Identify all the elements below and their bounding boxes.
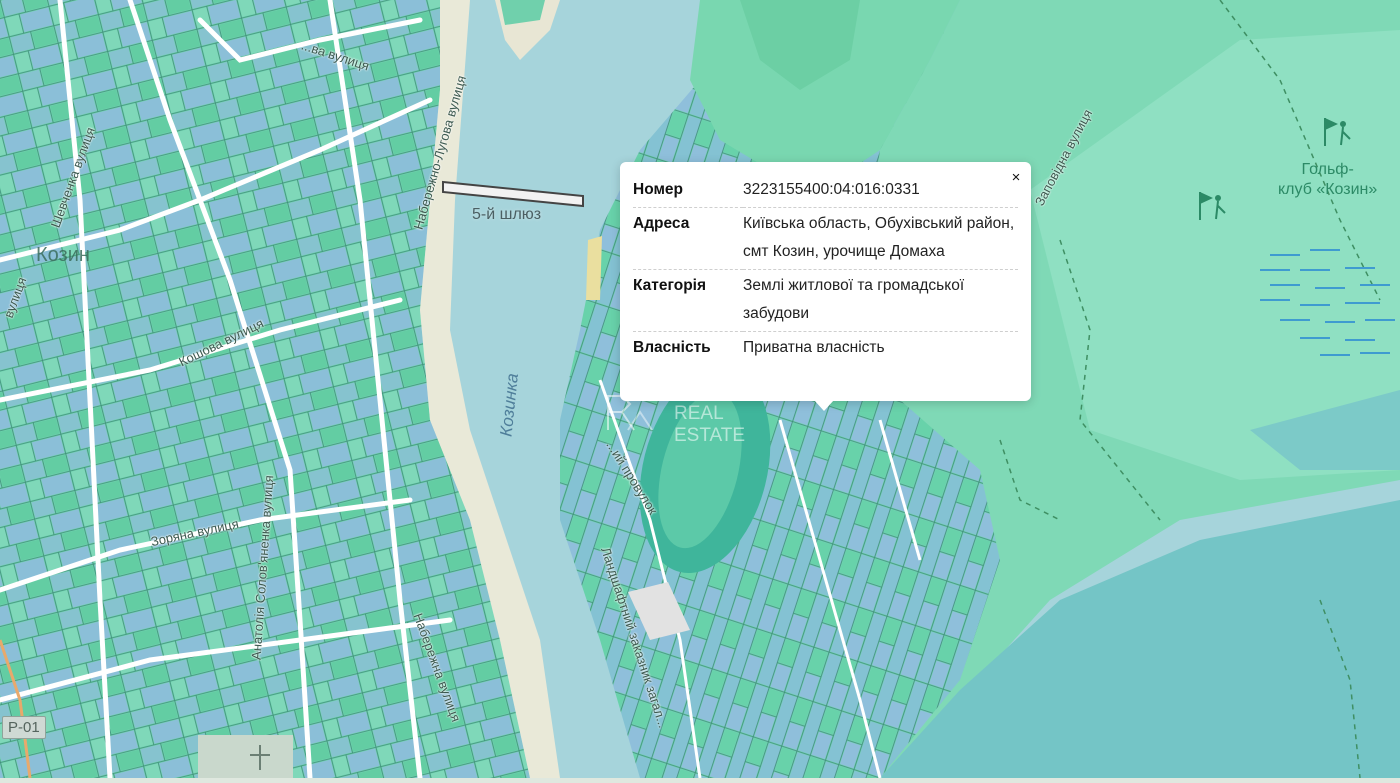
parcel-category-key: Категорія xyxy=(633,269,743,332)
parcel-address-key: Адреса xyxy=(633,207,743,270)
parcel-info-table: Номер 3223155400:04:016:0331 Адреса Київ… xyxy=(633,174,1018,365)
parcel-ownership-key: Власність xyxy=(633,331,743,365)
parcel-info-popup: × Номер 3223155400:04:016:0331 Адреса Ки… xyxy=(620,162,1031,401)
parcel-row-number: Номер 3223155400:04:016:0331 xyxy=(633,174,1018,208)
parcel-number-value: 3223155400:04:016:0331 xyxy=(743,181,920,198)
parcel-number-key: Номер xyxy=(633,181,684,198)
popup-pointer xyxy=(814,400,834,411)
parcel-row-category: Категорія Землі житлової та громадської … xyxy=(633,269,1018,332)
parcel-row-address: Адреса Київська область, Обухівський рай… xyxy=(633,207,1018,270)
close-icon[interactable]: × xyxy=(1008,170,1024,186)
parcel-address-value: Київська область, Обухівський район, смт… xyxy=(743,207,1018,270)
parcel-category-value: Землі житлової та громадської забудови xyxy=(743,269,1018,332)
road-shield-label: Р-01 xyxy=(2,716,46,739)
parcel-ownership-value: Приватна власність xyxy=(743,331,1018,365)
parcel-row-ownership: Власність Приватна власність xyxy=(633,331,1018,365)
